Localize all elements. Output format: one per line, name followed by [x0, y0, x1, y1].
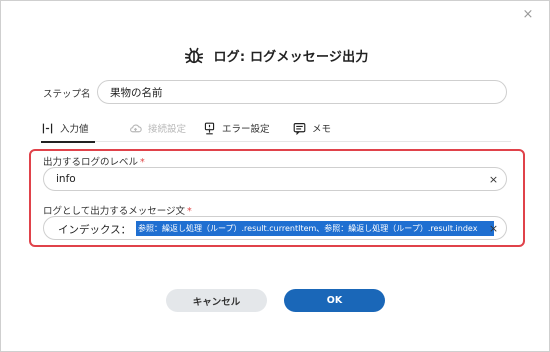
- ok-button[interactable]: OK: [284, 289, 385, 312]
- log-message-input[interactable]: インデックス： 参照：繰返し処理（ループ）.result.currentItem…: [43, 216, 507, 240]
- log-message-dialog: × ログ: ログメッセージ出力 ステップ名 果物の名前 入力値 接続設定 エラー…: [0, 0, 550, 352]
- tab-bar: 入力値 接続設定 エラー設定 メモ: [41, 114, 511, 143]
- log-message-prefix: インデックス：: [58, 224, 132, 236]
- tab-input-values[interactable]: 入力値: [41, 114, 94, 143]
- tab-connection-settings-label: 接続設定: [148, 124, 187, 135]
- log-level-value: info: [56, 173, 76, 185]
- clear-icon[interactable]: ×: [487, 173, 500, 186]
- step-name-label: ステップ名: [43, 89, 91, 100]
- tab-memo-label: メモ: [312, 124, 332, 135]
- input-tab-icon: [42, 123, 53, 133]
- dialog-header: ログ: ログメッセージ出力: [1, 41, 550, 69]
- bug-icon: [185, 47, 204, 64]
- memo-icon: [293, 122, 306, 135]
- log-message-label: ログとして出力するメッセージ文 *: [43, 203, 192, 217]
- tab-error-settings[interactable]: エラー設定: [203, 114, 270, 142]
- log-message-selected-text: 参照：繰返し処理（ループ）.result.currentItem、参照：繰返し処…: [136, 221, 494, 236]
- clear-icon[interactable]: ×: [487, 222, 500, 235]
- close-icon[interactable]: ×: [521, 8, 535, 22]
- cancel-button[interactable]: キャンセル: [166, 289, 267, 312]
- step-name-value: 果物の名前: [110, 86, 163, 99]
- log-level-input[interactable]: info ×: [43, 167, 507, 191]
- step-name-input[interactable]: 果物の名前: [97, 80, 507, 104]
- tab-memo[interactable]: メモ: [293, 114, 331, 142]
- log-level-label: 出力するログのレベル *: [43, 154, 145, 168]
- dialog-title: ログ: ログメッセージ出力: [213, 49, 369, 65]
- tab-input-values-label: 入力値: [60, 124, 89, 135]
- error-settings-icon: [204, 122, 215, 134]
- tab-error-settings-label: エラー設定: [222, 124, 270, 135]
- cloud-icon: [130, 124, 142, 132]
- tab-connection-settings[interactable]: 接続設定: [129, 114, 186, 142]
